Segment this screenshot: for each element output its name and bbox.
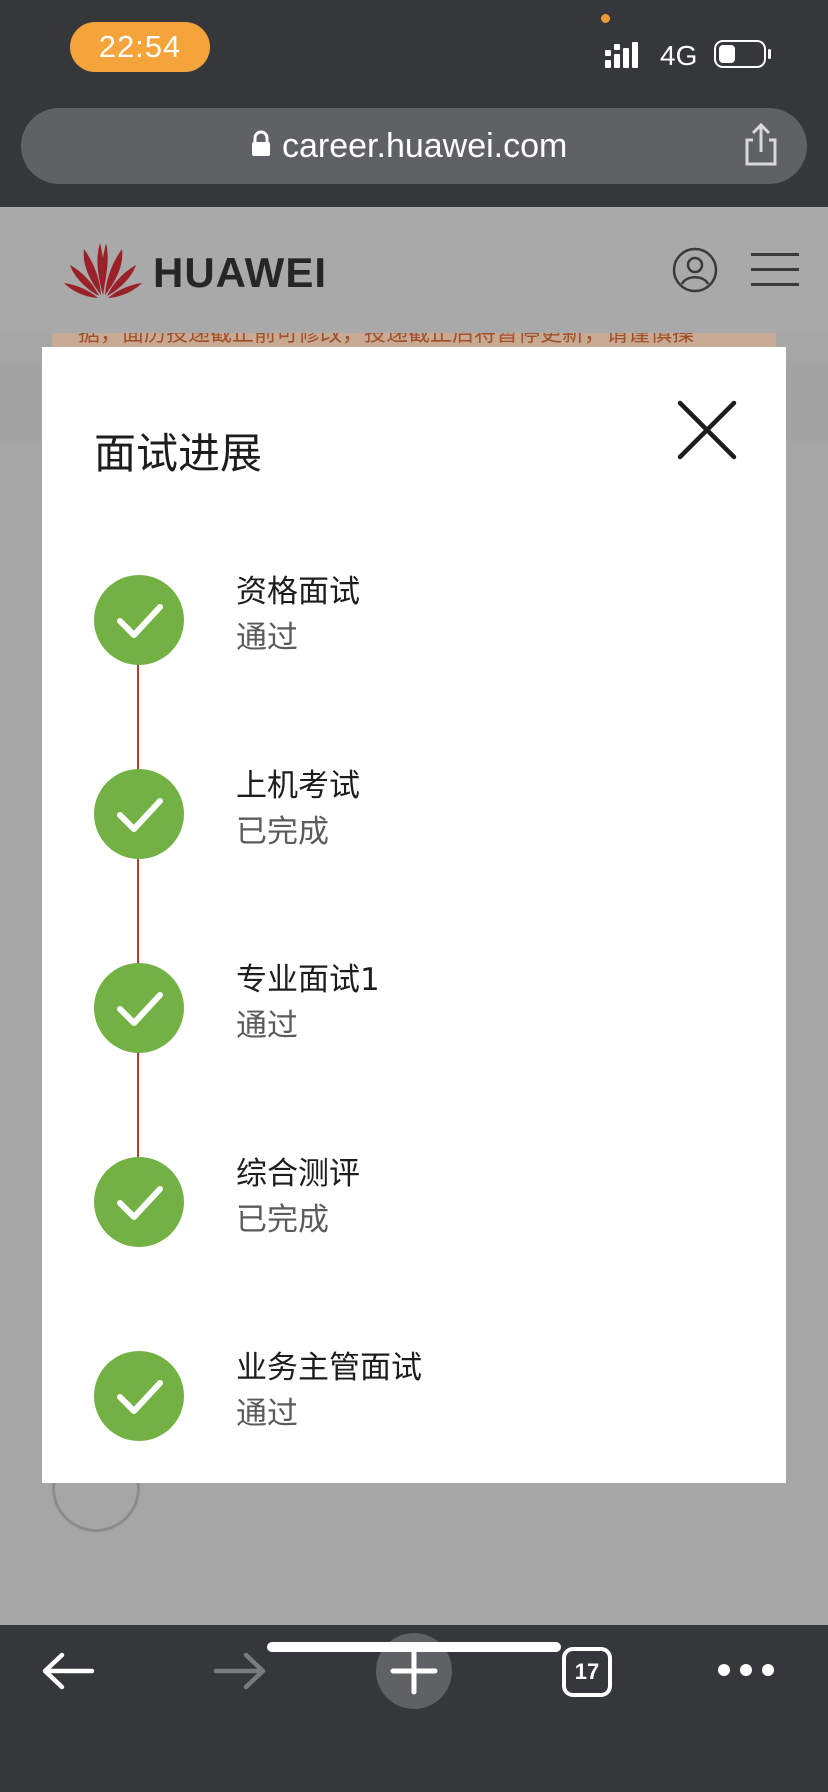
step-title: 专业面试1	[236, 962, 380, 998]
lock-icon	[252, 130, 270, 156]
home-indicator[interactable]	[267, 1642, 561, 1652]
address-bar[interactable]: career.huawei.com	[21, 108, 807, 184]
progress-step: 综合测评 已完成	[42, 1153, 786, 1253]
step-status: 通过	[236, 620, 298, 656]
privacy-indicator-dot	[601, 14, 610, 23]
step-title: 综合测评	[236, 1156, 360, 1192]
progress-step: 上机考试 已完成	[42, 765, 786, 865]
back-arrow-icon[interactable]	[40, 1651, 96, 1691]
step-status: 通过	[236, 1008, 298, 1044]
check-icon	[94, 1157, 184, 1247]
user-icon[interactable]	[672, 247, 718, 293]
check-icon	[94, 1351, 184, 1441]
huawei-logo-icon	[64, 243, 142, 298]
timeline-line	[137, 617, 139, 1237]
cellular-signal-icon	[605, 42, 638, 68]
share-icon[interactable]	[739, 122, 783, 168]
site-header: HUAWEI	[0, 207, 828, 333]
progress-step: 专业面试1 通过	[42, 959, 786, 1059]
forward-arrow-icon[interactable]	[212, 1651, 268, 1691]
step-status: 通过	[236, 1396, 298, 1432]
battery-icon	[714, 40, 771, 68]
modal-title: 面试进展	[94, 429, 263, 478]
step-status: 已完成	[236, 1202, 329, 1238]
close-icon[interactable]	[674, 397, 740, 463]
tabs-count-button[interactable]: 17	[562, 1647, 612, 1697]
step-title: 资格面试	[236, 574, 360, 610]
browser-top-chrome: 22:54 4G career.huawei.com	[0, 0, 828, 207]
check-icon	[94, 963, 184, 1053]
brand-name: HUAWEI	[153, 249, 327, 296]
step-title: 上机考试	[236, 768, 360, 804]
menu-icon[interactable]	[751, 251, 799, 289]
step-title: 业务主管面试	[236, 1350, 422, 1386]
plus-icon	[390, 1647, 438, 1695]
url-text[interactable]: career.huawei.com	[282, 124, 567, 168]
more-icon[interactable]	[716, 1657, 776, 1683]
progress-step: 资格面试 通过	[42, 571, 786, 671]
check-icon	[94, 769, 184, 859]
check-icon	[94, 575, 184, 665]
interview-progress-modal: 面试进展 资格面试 通过 上机考试 已完成 专业面试1 通过 综合测评 已完成	[42, 347, 786, 1483]
step-status: 已完成	[236, 814, 329, 850]
progress-step: 业务主管面试 通过	[42, 1347, 786, 1447]
network-type: 4G	[660, 40, 698, 71]
status-time: 22:54	[70, 22, 210, 72]
